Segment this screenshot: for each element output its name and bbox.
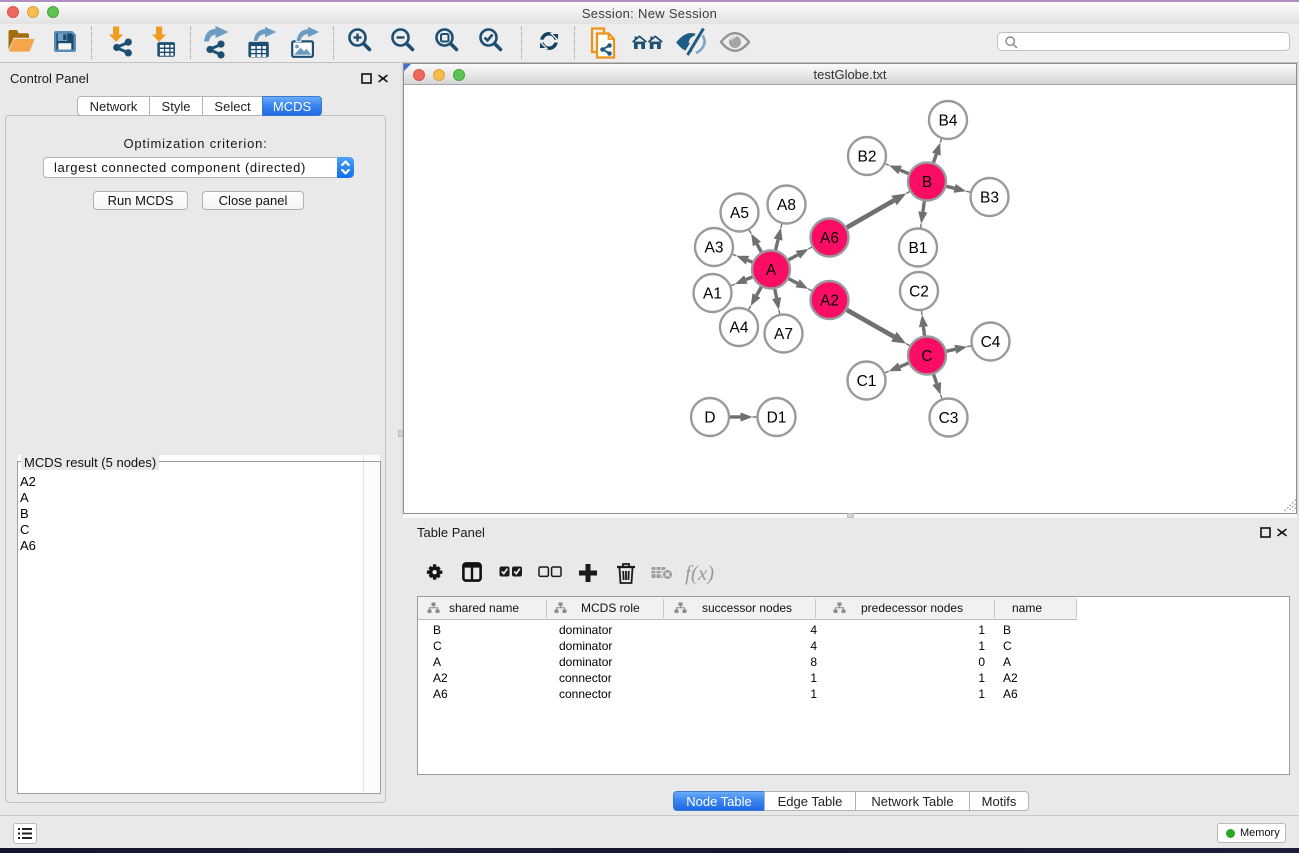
- svg-text:A2: A2: [820, 293, 839, 310]
- svg-text:A5: A5: [730, 205, 749, 222]
- svg-text:C: C: [921, 348, 932, 365]
- svg-text:A8: A8: [777, 197, 796, 214]
- svg-text:A1: A1: [703, 286, 722, 303]
- svg-text:A: A: [766, 262, 777, 279]
- svg-text:A4: A4: [730, 320, 749, 337]
- svg-text:B4: B4: [939, 113, 958, 130]
- svg-text:D: D: [704, 410, 715, 427]
- svg-text:C4: C4: [981, 334, 1001, 351]
- svg-text:A6: A6: [820, 230, 839, 247]
- svg-text:A3: A3: [705, 240, 724, 257]
- svg-text:B3: B3: [980, 190, 999, 207]
- svg-text:D1: D1: [767, 410, 787, 427]
- svg-text:B2: B2: [858, 149, 877, 166]
- svg-text:A7: A7: [774, 326, 793, 343]
- svg-text:C2: C2: [909, 284, 929, 301]
- svg-text:B1: B1: [909, 240, 928, 257]
- svg-text:C1: C1: [857, 373, 877, 390]
- svg-text:B: B: [922, 174, 932, 191]
- svg-text:C3: C3: [939, 410, 959, 427]
